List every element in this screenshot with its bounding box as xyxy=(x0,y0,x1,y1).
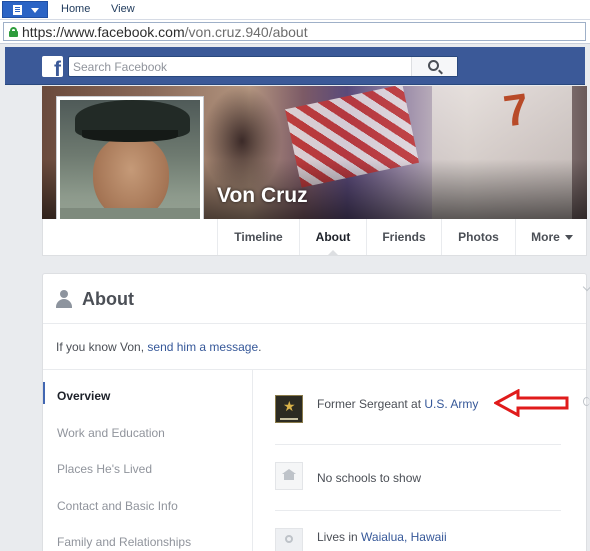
profile-name[interactable]: Von Cruz xyxy=(217,184,308,208)
profile-photo xyxy=(60,100,200,238)
star-icon: ★ xyxy=(283,398,296,414)
address-bar: https://www.facebook.com/von.cruz.940/ab… xyxy=(0,20,590,44)
schools-entry: No schools to show xyxy=(317,471,422,485)
sidebar-item-overview[interactable]: Overview xyxy=(57,389,110,403)
facebook-logo-letter: f xyxy=(54,58,61,81)
search-input[interactable] xyxy=(73,58,413,75)
work-entry: Former Sergeant at U.S. Army xyxy=(317,397,478,411)
sidebar-item-contact-info[interactable]: Contact and Basic Info xyxy=(57,499,178,513)
edit-icon[interactable] xyxy=(583,397,590,406)
sidebar-item-places-lived[interactable]: Places He's Lived xyxy=(57,462,152,476)
location-icon xyxy=(275,528,303,551)
tab-friends[interactable]: Friends xyxy=(366,219,441,255)
search-box xyxy=(68,56,458,77)
lives-prefix: Lives in xyxy=(317,530,362,544)
file-menu-button[interactable] xyxy=(2,1,48,18)
search-button[interactable] xyxy=(411,57,457,76)
url-host: https://www.facebook.com xyxy=(22,24,185,40)
message-prefix: If you know Von, xyxy=(56,340,148,354)
search-icon xyxy=(428,60,439,71)
tab-timeline[interactable]: Timeline xyxy=(217,219,299,255)
chevron-down-icon xyxy=(564,235,573,241)
entry-divider xyxy=(275,510,561,511)
active-marker xyxy=(43,382,45,404)
about-sidebar: Overview Work and Education Places He's … xyxy=(43,370,253,551)
url-text[interactable]: https://www.facebook.com/von.cruz.940/ab… xyxy=(22,24,308,40)
sidebar-item-family[interactable]: Family and Relationships xyxy=(57,535,191,549)
about-header: About xyxy=(43,274,586,324)
annotation-arrow-icon xyxy=(494,389,569,417)
about-title: About xyxy=(82,289,134,309)
document-icon xyxy=(13,5,22,15)
waialua-link[interactable]: Waialua, Hawaii xyxy=(361,530,447,544)
chevron-down-icon xyxy=(31,8,39,13)
tab-photos[interactable]: Photos xyxy=(441,219,515,255)
school-icon xyxy=(275,462,303,490)
us-army-link[interactable]: U.S. Army xyxy=(424,397,478,411)
message-prompt: If you know Von, send him a message. xyxy=(56,340,261,354)
facebook-logo-icon[interactable]: f xyxy=(42,56,63,81)
menu-view[interactable]: View xyxy=(111,3,135,15)
url-field[interactable]: https://www.facebook.com/von.cruz.940/ab… xyxy=(3,22,586,41)
us-army-logo-icon[interactable]: ★ xyxy=(275,395,303,423)
lives-entry: Lives in Waialua, Hawaii xyxy=(317,530,447,544)
send-message-link[interactable]: send him a message xyxy=(147,340,258,354)
url-path: /von.cruz.940/about xyxy=(184,24,308,40)
profile-tabs: Timeline About Friends Photos More xyxy=(42,219,587,256)
message-suffix: . xyxy=(258,340,262,354)
facebook-header: f xyxy=(5,47,585,85)
tab-more[interactable]: More xyxy=(515,219,588,255)
tab-about[interactable]: About xyxy=(299,219,366,256)
tab-more-label: More xyxy=(531,230,560,244)
lock-icon xyxy=(9,27,18,37)
sidebar-item-work-education[interactable]: Work and Education xyxy=(57,426,165,440)
person-icon xyxy=(55,290,73,308)
entry-divider xyxy=(275,444,561,445)
menu-home[interactable]: Home xyxy=(61,3,90,15)
work-prefix: Former Sergeant at xyxy=(317,397,425,411)
browser-menubar: Home View xyxy=(0,0,590,20)
